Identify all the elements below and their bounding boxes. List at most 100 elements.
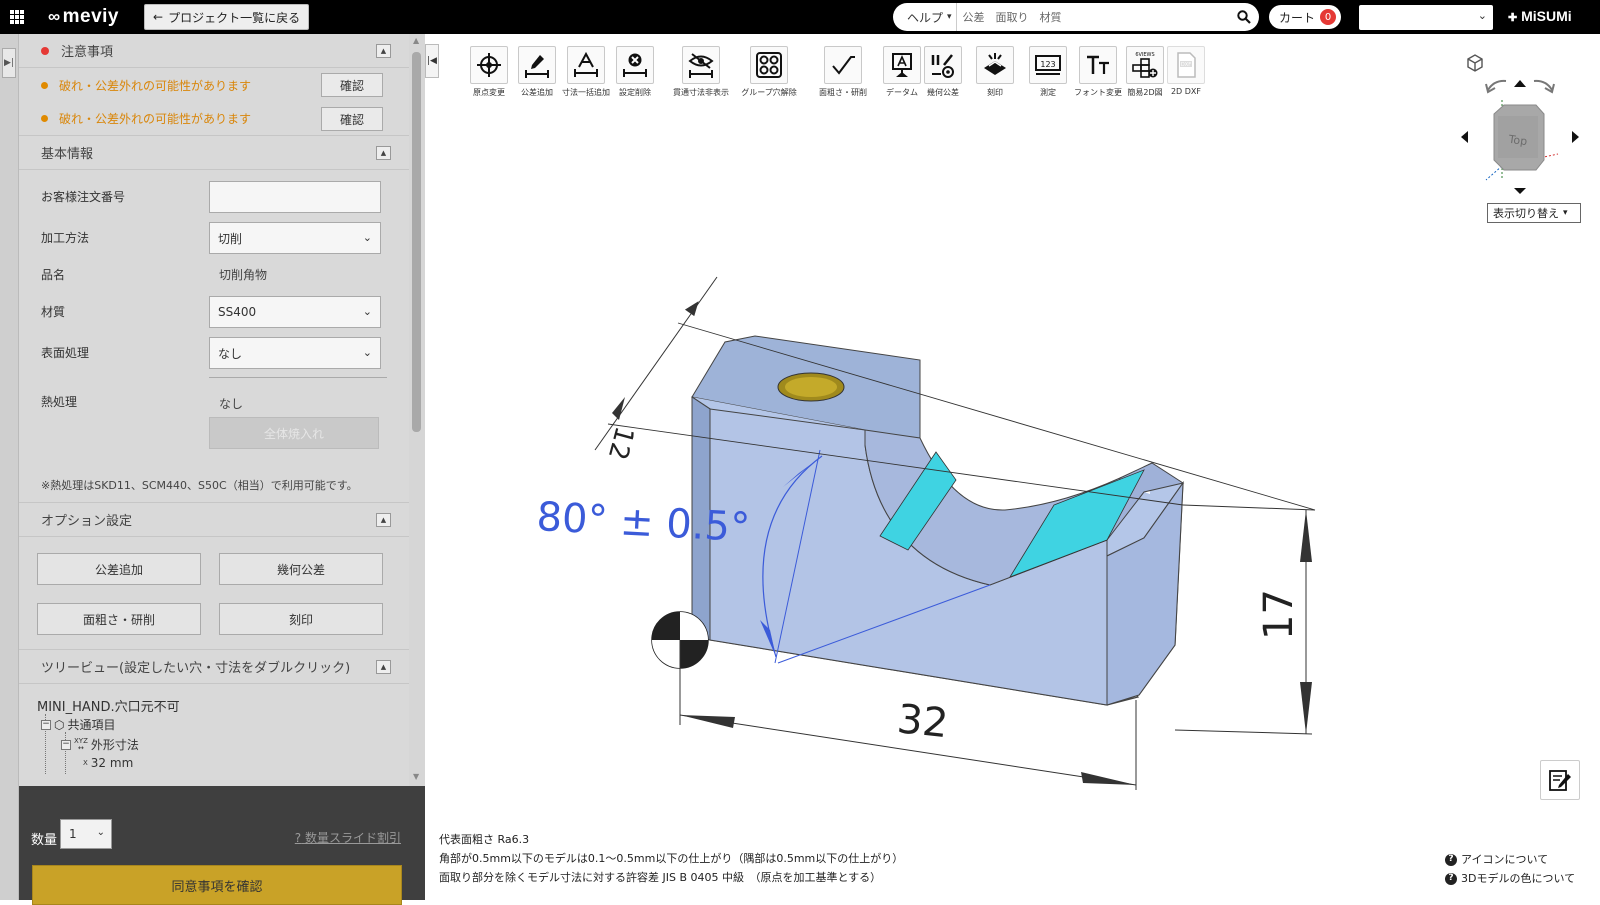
collapse-icon[interactable]: ▲ [376, 660, 391, 674]
warning-text[interactable]: 破れ・公差外れの可能性があります [59, 110, 251, 127]
chevron-down-icon: ⌄ [1477, 9, 1487, 22]
home-icon[interactable] [1467, 54, 1483, 72]
collapse-icon[interactable]: ▲ [376, 44, 391, 58]
corner-note: 角部が0.5mm以下のモデルは0.1～0.5mm以下の仕上がり（隅部は0.5mm… [439, 852, 904, 865]
tree-node-x-dimension[interactable]: X 32 mm [83, 756, 133, 770]
tree-section-header[interactable]: ツリービュー(設定したい穴・寸法をダブルクリック) ▲ [19, 650, 409, 684]
font-change-icon [1079, 46, 1117, 84]
tool-label: グループ穴解除 [741, 88, 797, 97]
apply-all-hardening-button[interactable]: 全体焼入れ [209, 417, 379, 449]
surface-select-value: なし [218, 346, 243, 361]
tool-hide-dimension[interactable]: 貫通寸法非表示 [673, 46, 729, 98]
tree-node-common[interactable]: − ⬡ 共通項目 [41, 716, 116, 733]
quantity-select[interactable]: 1 ⌄ [60, 819, 112, 849]
tree-node-outer[interactable]: − XYZ ↔ 外形寸法 [61, 736, 139, 753]
bulk-dimension-icon [567, 46, 605, 84]
help-select[interactable]: ヘルプ ▾ [893, 3, 957, 31]
width-dimension-label[interactable]: 32 [895, 696, 950, 747]
confirm-agreement-button[interactable]: 同意事項を確認 [32, 865, 402, 905]
collapse-icon[interactable]: ▲ [376, 513, 391, 527]
datum-icon [883, 46, 921, 84]
scroll-up-icon[interactable]: ▲ [413, 36, 419, 45]
collapse-panel-button[interactable]: |◀ [425, 44, 439, 78]
cube-icon: ⬡ [54, 717, 65, 732]
depth-dimension-label[interactable]: 12 [602, 423, 640, 463]
quantity-value: 1 [69, 827, 77, 841]
search-input[interactable]: 公差 面取り 材質 [957, 9, 1229, 25]
tool-geometric-tolerance[interactable]: 幾何公差 [918, 46, 968, 98]
tool-engrave[interactable]: 刻印 [970, 46, 1020, 98]
meviy-logo[interactable]: ∞ meviy [48, 6, 119, 28]
cube-icon[interactable]: Top [1493, 104, 1545, 171]
tool-origin-change[interactable]: 原点変更 [464, 46, 514, 98]
quantity-discount-label: 数量スライド割引 [304, 831, 401, 845]
options-section-header[interactable]: オプション設定 ▲ [19, 503, 409, 537]
confirm-button[interactable]: 確認 [321, 73, 383, 97]
scroll-down-icon[interactable]: ▼ [413, 772, 419, 781]
basic-info-section-header[interactable]: 基本情報 ▲ [19, 136, 409, 170]
add-tolerance-button[interactable]: 公差追加 [37, 553, 201, 585]
collapse-icon[interactable]: ▲ [376, 146, 391, 160]
arrow-right-icon[interactable] [1572, 131, 1579, 143]
search-icon[interactable] [1229, 10, 1259, 24]
tool-measure[interactable]: 123 測定 [1023, 46, 1073, 98]
tool-label: 設定削除 [619, 88, 651, 97]
misumi-logo[interactable]: ✚ MiSUMi [1508, 8, 1572, 24]
rotate-right-icon[interactable] [1533, 79, 1555, 94]
settings-scroll-area[interactable]: 注意事項 ▲ 破れ・公差外れの可能性があります 確認 破れ・公差外れの可能性があ… [19, 34, 409, 786]
view-cube[interactable]: Top [1450, 50, 1590, 225]
tool-font-change[interactable]: フォント変更 [1073, 46, 1123, 98]
tool-bulk-dimension[interactable]: 寸法一括追加 [561, 46, 611, 98]
surface-select[interactable]: なし ⌄ [209, 337, 381, 369]
tool-2d-dxf[interactable]: DXF 2D DXF [1161, 46, 1211, 96]
cart-button[interactable]: カート 0 [1269, 5, 1341, 29]
heat-value: なし [219, 397, 244, 411]
icon-help-link[interactable]: ? アイコンについて [1445, 850, 1575, 869]
tool-delete-setting[interactable]: 設定削除 [610, 46, 660, 98]
warning-row: 破れ・公差外れの可能性があります 確認 [19, 68, 409, 102]
engrave-button[interactable]: 刻印 [219, 603, 383, 635]
tool-label: 面粗さ・研削 [819, 88, 867, 97]
dxf-icon: DXF [1167, 46, 1205, 84]
product-row: 品名 切削角物 [19, 258, 409, 291]
geometric-tolerance-button[interactable]: 幾何公差 [219, 553, 383, 585]
color-help-link[interactable]: ? 3Dモデルの色について [1445, 869, 1575, 888]
tool-label: データム [886, 88, 918, 97]
process-select[interactable]: 切削 ⌄ [209, 222, 381, 254]
3d-model-viewport[interactable]: 80° ± 0.5° 32 17 12 [440, 255, 1340, 795]
arrow-down-icon[interactable] [1514, 188, 1526, 194]
quantity-discount-link[interactable]: ? 数量スライド割引 [295, 829, 401, 846]
tree-node-label: 32 mm [90, 756, 134, 770]
roughness-button[interactable]: 面粗さ・研削 [37, 603, 201, 635]
app-grid-icon[interactable] [10, 10, 24, 24]
model-notes: 代表面粗さ Ra6.3 角部が0.5mm以下のモデルは0.1～0.5mm以下の仕… [439, 830, 903, 887]
memo-button[interactable] [1540, 760, 1580, 800]
color-help-label: 3Dモデルの色について [1461, 872, 1576, 885]
infinity-icon: ∞ [48, 7, 61, 26]
angle-tolerance-label[interactable]: 80° ± 0.5° [535, 494, 751, 551]
tool-group-hole[interactable]: グループ穴解除 [741, 46, 797, 98]
arrow-left-icon[interactable] [1461, 131, 1468, 143]
notice-section-header[interactable]: 注意事項 ▲ [19, 34, 409, 68]
warning-text[interactable]: 破れ・公差外れの可能性があります [59, 77, 251, 94]
rotate-left-icon[interactable] [1485, 79, 1507, 94]
material-select[interactable]: SS400 ⌄ [209, 296, 381, 328]
rail-expand-button[interactable]: ▶| [2, 48, 16, 78]
tool-roughness[interactable]: 面粗さ・研削 [818, 46, 868, 98]
panel-scrollbar[interactable]: ▲ ▼ [409, 34, 425, 786]
top-bar: ∞ meviy ← プロジェクト一覧に戻る ヘルプ ▾ 公差 面取り 材質 カート… [0, 0, 1600, 34]
icon-help-label: アイコンについて [1461, 853, 1549, 866]
chevron-down-icon: ⌄ [362, 305, 372, 318]
order-number-input[interactable] [209, 181, 381, 213]
back-to-projects-button[interactable]: ← プロジェクト一覧に戻る [144, 4, 310, 30]
tool-label: 刻印 [987, 88, 1003, 97]
height-dimension-label[interactable]: 17 [1256, 589, 1302, 640]
scroll-thumb[interactable] [412, 52, 421, 432]
account-select[interactable]: ⌄ [1359, 5, 1493, 30]
tree-root-node[interactable]: MINI_HAND.穴口元不可 [37, 696, 409, 715]
tool-tolerance-add[interactable]: 公差追加 [512, 46, 562, 98]
arrow-up-icon[interactable] [1514, 80, 1526, 87]
confirm-button[interactable]: 確認 [321, 107, 383, 131]
view-switch-select[interactable]: 表示切り替え ▾ [1487, 203, 1581, 223]
chevron-down-icon: ⌄ [96, 827, 105, 838]
